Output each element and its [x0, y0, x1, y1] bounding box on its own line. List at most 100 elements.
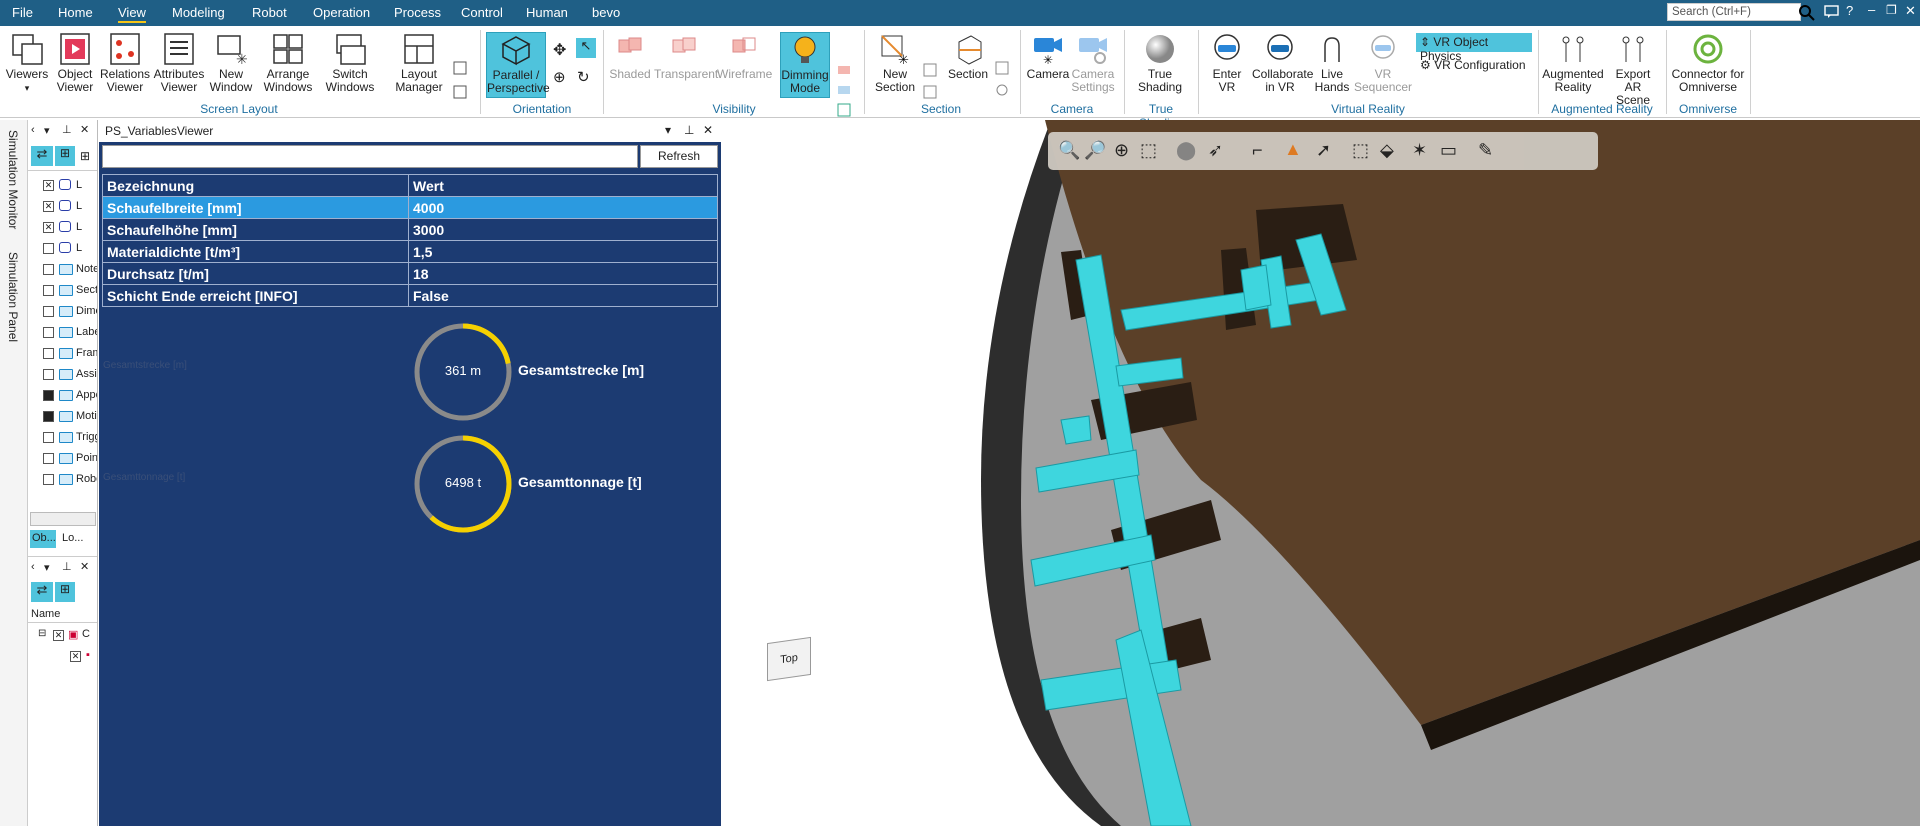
tree2-sync-icon[interactable]: ⇄: [31, 582, 53, 602]
menu-view[interactable]: View: [118, 5, 146, 23]
live-hands-button[interactable]: Live Hands: [1310, 32, 1354, 94]
help-icon[interactable]: ?: [1846, 3, 1853, 18]
tree-menu-icon[interactable]: ▾: [44, 124, 50, 137]
tree-row[interactable]: ✕ L: [28, 176, 97, 196]
close-icon[interactable]: ✕: [1905, 3, 1916, 19]
pan-icon[interactable]: ✥: [553, 40, 566, 60]
row-value[interactable]: 4000: [408, 196, 718, 219]
tree-row[interactable]: Robo: [28, 470, 97, 490]
row-value[interactable]: 1,5: [408, 240, 718, 263]
connector-omniverse-button[interactable]: Connector for Omniverse: [1670, 32, 1746, 94]
restore-icon[interactable]: ❐: [1886, 3, 1897, 17]
tree-row[interactable]: Appe: [28, 386, 97, 406]
tree2-filter-icon[interactable]: ⊞: [55, 582, 75, 602]
select-arrow-icon[interactable]: ↖: [576, 38, 596, 58]
menu-process[interactable]: Process: [394, 5, 441, 20]
tree2-collapse-icon[interactable]: ‹: [31, 561, 35, 573]
wireframe-button[interactable]: Wireframe: [717, 32, 772, 81]
vr-configuration-button[interactable]: ⚙ VR Configuration: [1416, 56, 1532, 75]
column-header-value[interactable]: Wert: [408, 174, 718, 197]
tree-visibility-checkbox[interactable]: [43, 348, 54, 359]
tree-visibility-checkbox[interactable]: [43, 285, 54, 296]
tree-pin-icon[interactable]: ⊥: [62, 123, 72, 136]
section-small4-icon[interactable]: [994, 82, 1010, 98]
tab-objects[interactable]: Ob...: [30, 530, 56, 548]
tree-visibility-checkbox[interactable]: [43, 453, 54, 464]
view-cube-icon[interactable]: ⬚: [1140, 140, 1157, 161]
graphic-viewer-3d[interactable]: Top: [721, 120, 1920, 826]
shaded-button[interactable]: Shaded: [608, 32, 652, 81]
tree-visibility-checkbox[interactable]: [43, 243, 54, 254]
new-section-button[interactable]: ✳ New Section: [870, 32, 920, 94]
vr-sequencer-button[interactable]: VR Sequencer: [1354, 32, 1412, 94]
tree-visibility-checkbox[interactable]: [43, 369, 54, 380]
tree-row[interactable]: Fram: [28, 344, 97, 364]
tree2-child-checkbox[interactable]: ✕: [70, 651, 81, 662]
table-row[interactable]: Durchsatz [t/m] 18: [102, 262, 718, 285]
small-layout-icon[interactable]: [452, 60, 468, 76]
tree-row[interactable]: ✕ L: [28, 218, 97, 238]
render-mode-icon[interactable]: ⬤: [1176, 140, 1196, 161]
table-row[interactable]: Schaufelhöhe [mm] 3000: [102, 218, 718, 241]
export-ar-scene-button[interactable]: Export AR Scene: [1606, 32, 1660, 107]
section-small1-icon[interactable]: [922, 62, 938, 78]
tree-row[interactable]: Assi: [28, 365, 97, 385]
viewer-menu-icon[interactable]: ▾: [665, 123, 671, 137]
row-value[interactable]: False: [408, 284, 718, 307]
tree-collapse-icon[interactable]: ‹: [31, 124, 35, 136]
tree-visibility-checkbox[interactable]: [43, 474, 54, 485]
camera-button[interactable]: ✳ Camera: [1026, 32, 1070, 81]
relations-viewer-button[interactable]: Relations Viewer: [100, 32, 150, 94]
tree-visibility-checkbox[interactable]: [43, 306, 54, 317]
viewer-close-icon[interactable]: ✕: [703, 123, 713, 137]
section-button[interactable]: Section: [944, 32, 992, 81]
new-window-button[interactable]: ✳ New Window: [208, 32, 254, 94]
select-filter-icon[interactable]: ➶: [1208, 140, 1223, 161]
layout-manager-button[interactable]: Layout Manager: [390, 32, 448, 94]
tree-more-icon[interactable]: ⊞: [80, 149, 90, 163]
column-header-name[interactable]: Bezeichnung: [102, 174, 409, 197]
augmented-reality-button[interactable]: Augmented Reality: [1542, 32, 1604, 94]
tree-row[interactable]: Poin: [28, 449, 97, 469]
scene-render[interactable]: [721, 120, 1920, 826]
tree2-menu-icon[interactable]: ▾: [44, 561, 50, 574]
tree-row[interactable]: Dime: [28, 302, 97, 322]
search-input[interactable]: Search (Ctrl+F): [1667, 3, 1801, 21]
minimize-icon[interactable]: –: [1868, 2, 1875, 17]
dimming-mode-button[interactable]: Dimming Mode: [780, 32, 830, 98]
small-layout2-icon[interactable]: [452, 84, 468, 100]
transparent-button[interactable]: Transparent: [654, 32, 718, 81]
refresh-button[interactable]: Refresh: [640, 145, 718, 168]
tree-hscrollbar[interactable]: [30, 512, 96, 526]
tab-simulation-monitor[interactable]: Simulation Monitor: [6, 130, 20, 229]
pointer-icon[interactable]: ➚: [1316, 140, 1331, 161]
tree-row[interactable]: ✕ L: [28, 197, 97, 217]
menu-human[interactable]: Human: [526, 5, 568, 20]
true-shading-button[interactable]: True Shading: [1130, 32, 1190, 94]
frame-icon[interactable]: ✶: [1412, 140, 1427, 161]
tree-row[interactable]: Sect: [28, 281, 97, 301]
section-small2-icon[interactable]: [922, 84, 938, 100]
object-viewer-button[interactable]: Object Viewer: [52, 32, 98, 94]
tree-visibility-checkbox[interactable]: ✕: [43, 201, 54, 212]
tree-visibility-checkbox[interactable]: ✕: [43, 180, 54, 191]
tree-visibility-checkbox[interactable]: [43, 432, 54, 443]
tree-visibility-checkbox[interactable]: [43, 264, 54, 275]
tree-row[interactable]: Labe: [28, 323, 97, 343]
tree-row[interactable]: Motio: [28, 407, 97, 427]
section-small3-icon[interactable]: [994, 60, 1010, 76]
menu-modeling[interactable]: Modeling: [172, 5, 225, 20]
tree2-item-label[interactable]: C: [82, 628, 90, 640]
paint-icon[interactable]: ✎: [1478, 140, 1493, 161]
row-value[interactable]: 3000: [408, 218, 718, 241]
visibility-small2-icon[interactable]: [836, 82, 852, 98]
tab-logic[interactable]: Lo...: [60, 530, 90, 548]
feedback-icon[interactable]: [1824, 5, 1840, 19]
viewer-filter-input[interactable]: [102, 145, 638, 168]
navigation-cube[interactable]: Top: [767, 636, 811, 682]
tree-visibility-checkbox[interactable]: [43, 411, 54, 422]
row-value[interactable]: 18: [408, 262, 718, 285]
parallel-perspective-button[interactable]: Parallel / Perspective: [486, 32, 550, 98]
tree-visibility-checkbox[interactable]: [43, 390, 54, 401]
zoom-fit-icon[interactable]: 🔍: [1058, 140, 1080, 161]
